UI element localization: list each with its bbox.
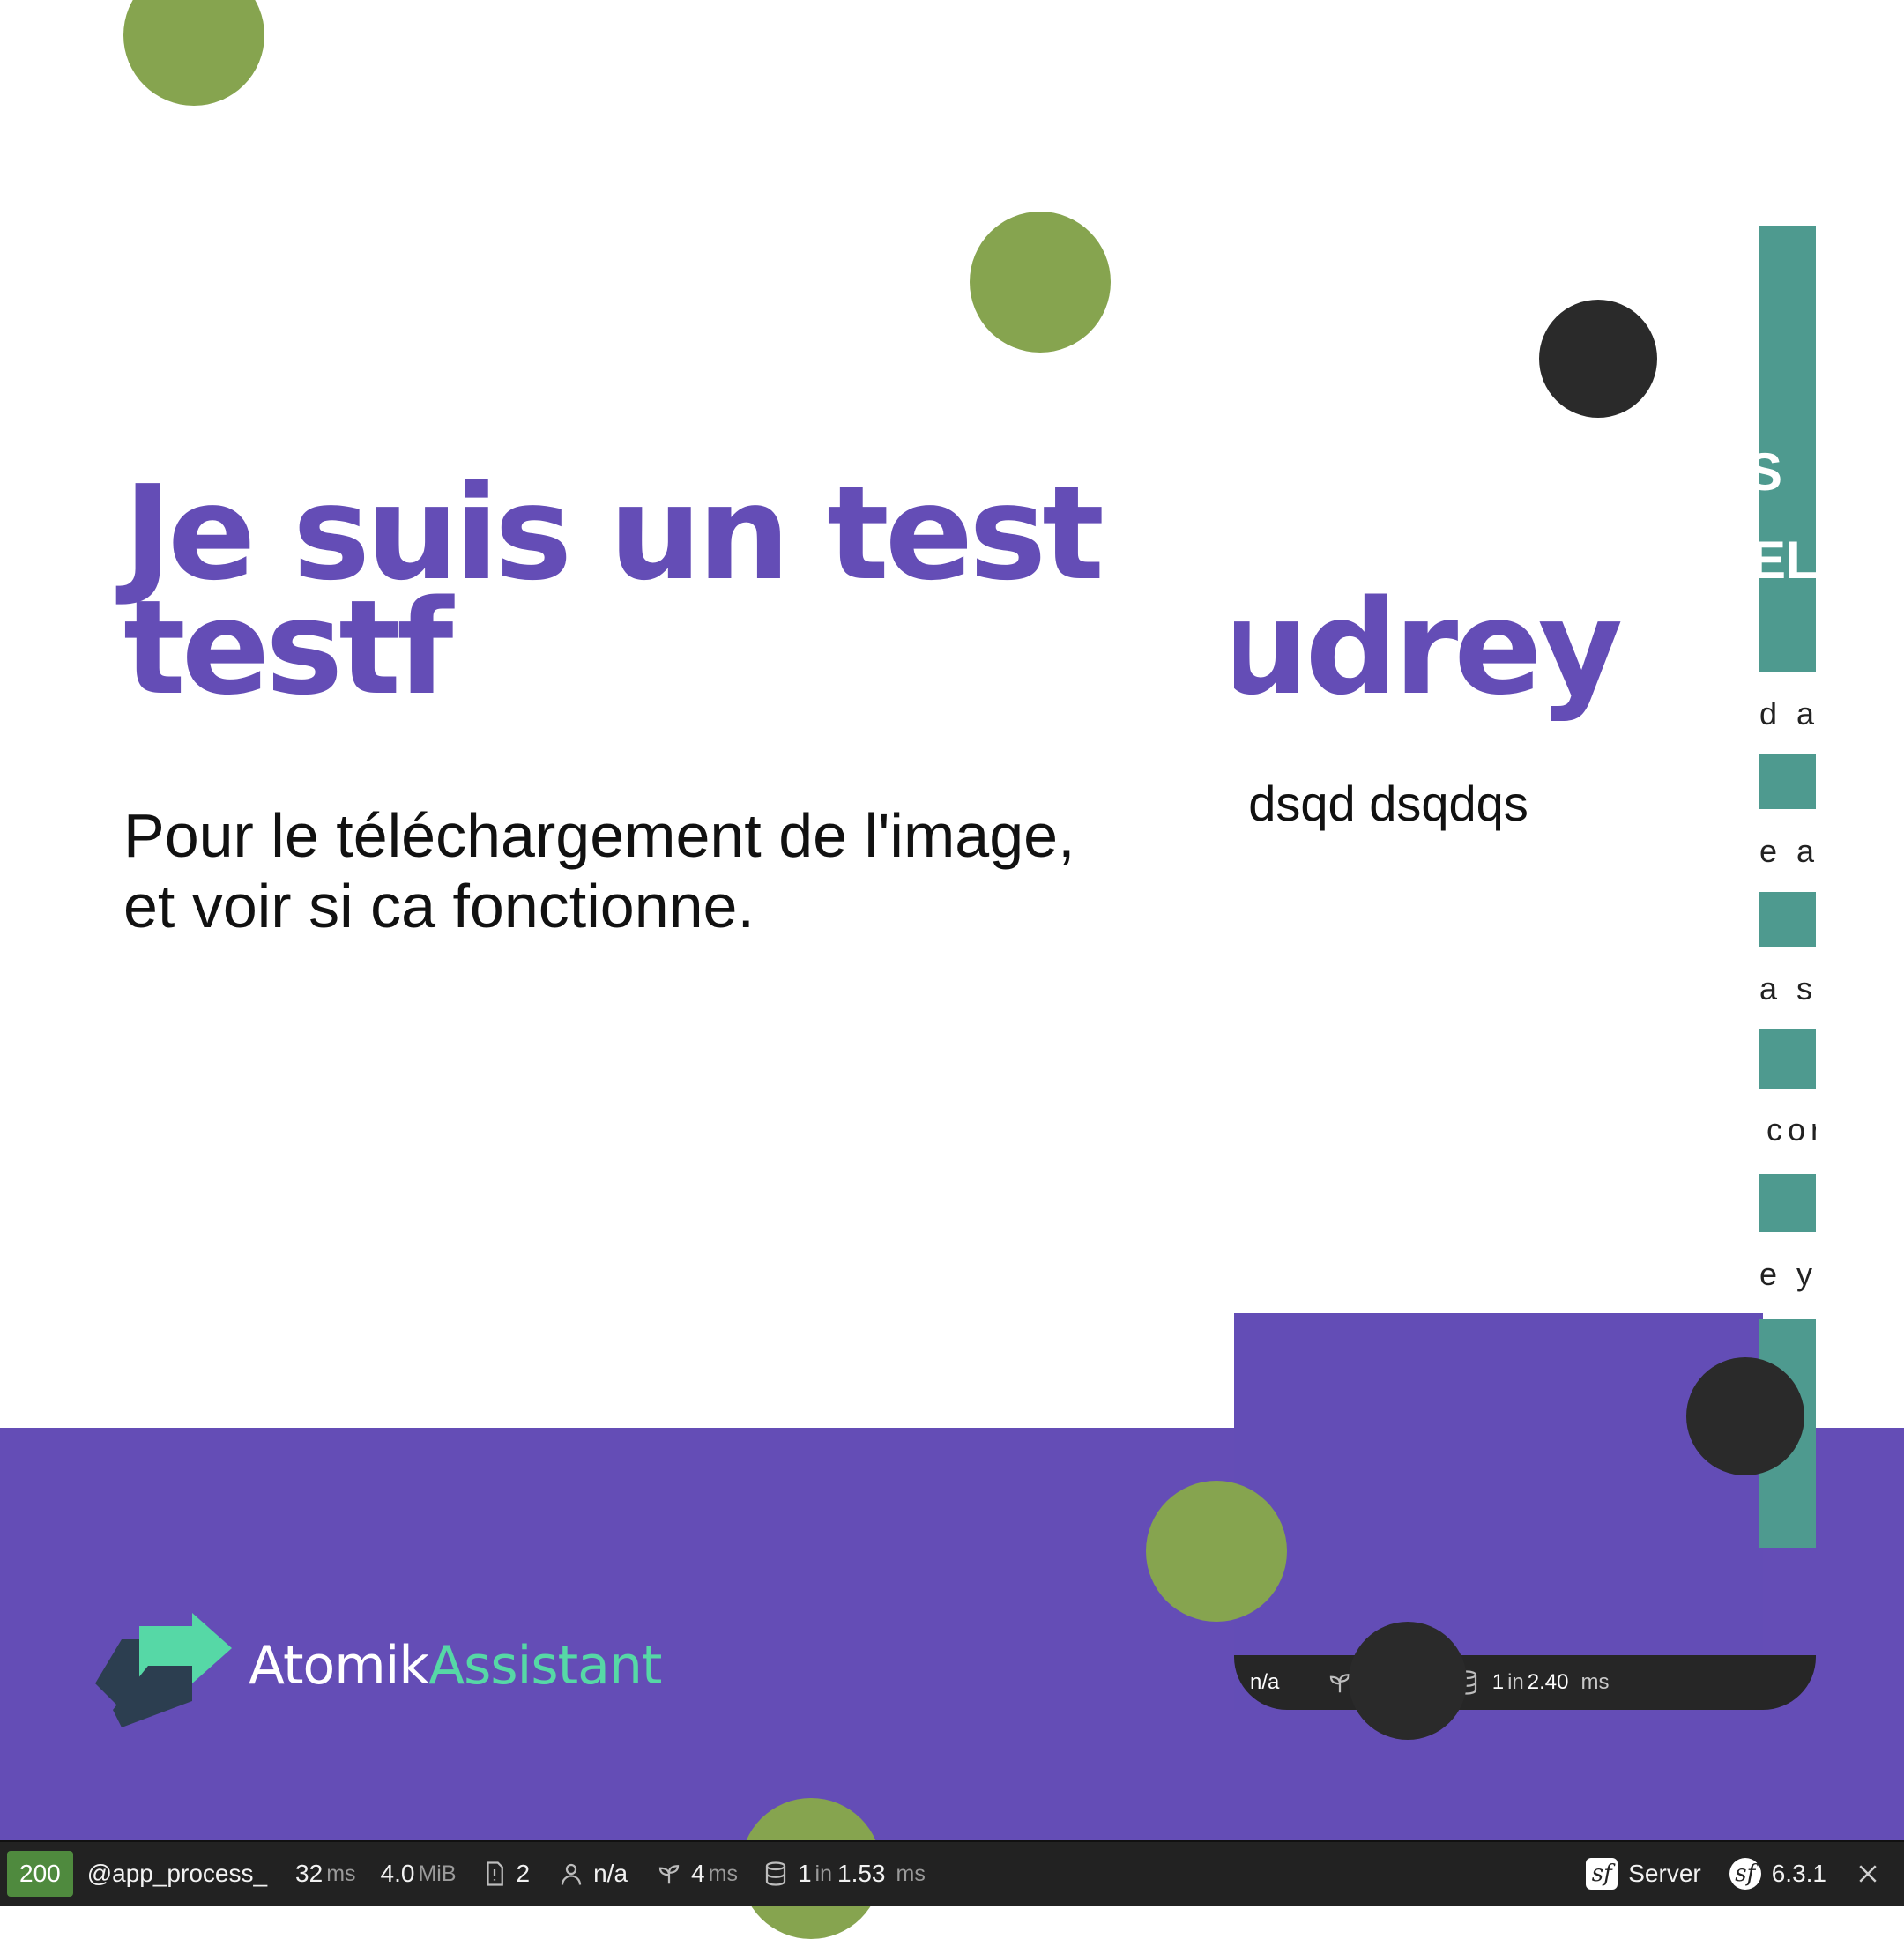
frame-toolbar-user[interactable]: n/a: [1246, 1670, 1283, 1695]
frame-toolbar-db-count: 1: [1491, 1670, 1505, 1694]
twig-time-unit: ms: [708, 1861, 738, 1886]
app-logo[interactable]: AtomikAssistant: [86, 1604, 662, 1727]
symfony-server-icon: sf: [1586, 1858, 1618, 1890]
toolbar-memory[interactable]: 4.0 MiB: [381, 1860, 457, 1888]
db-time-unit: ms: [896, 1861, 926, 1886]
hero-description-line: et voir si ca fonctionne.: [123, 872, 755, 940]
frame-text: ' dsqd dsqdqs: [1234, 776, 1816, 832]
frame-text-fragment: ' dsqd dsqdqs: [1234, 776, 1528, 831]
toolbar-route[interactable]: @app_process_: [87, 1860, 271, 1888]
frame-toolbar-db-in: in: [1507, 1670, 1524, 1694]
side-panel-text: cor: [1766, 1112, 1816, 1148]
toolbar-user[interactable]: n/a: [558, 1860, 631, 1888]
hero-description: Pour le téléchargement de l'image, et vo…: [123, 800, 1181, 941]
status-code-badge[interactable]: 200: [7, 1851, 73, 1897]
decorative-dark-dot: [1686, 1357, 1804, 1475]
frame-toolbar-db-time: 2.40: [1527, 1670, 1569, 1694]
memory-unit: MiB: [418, 1861, 457, 1886]
request-time-unit: ms: [326, 1861, 356, 1886]
side-panel-text: a s\: [1759, 971, 1816, 1007]
frame-title: udrey: [1234, 582, 1816, 714]
toolbar-close-button[interactable]: [1855, 1861, 1890, 1887]
side-panel-heading: EL: [1759, 531, 1816, 590]
logo-wordmark: AtomikAssistant: [249, 1635, 662, 1697]
symfony-logo-icon: sf: [1729, 1858, 1761, 1890]
sprout-icon: [658, 1865, 680, 1884]
db-in-label: in: [814, 1861, 832, 1886]
symfony-version: 6.3.1: [1771, 1860, 1826, 1887]
toolbar-right-group: sf Server sf 6.3.1: [1586, 1858, 1904, 1890]
db-query-count: 1: [797, 1860, 812, 1887]
toolbar-logs[interactable]: 2: [481, 1860, 534, 1888]
side-panel-block: [1759, 892, 1816, 947]
logs-count: 2: [516, 1860, 531, 1887]
toolbar-twig[interactable]: 4 ms: [656, 1860, 738, 1888]
twig-time-value: 4: [691, 1860, 705, 1887]
decorative-green-dot: [1146, 1481, 1287, 1622]
logo-wordmark-part: Assistant: [428, 1635, 662, 1697]
toolbar-version[interactable]: sf 6.3.1: [1729, 1858, 1830, 1890]
logs-icon: [486, 1861, 503, 1886]
frame-toolbar-user-value: n/a: [1250, 1670, 1280, 1694]
page-title-line: testf: [123, 572, 453, 724]
memory-value: 4.0: [380, 1860, 415, 1887]
frame-toolbar-db-unit: ms: [1580, 1670, 1610, 1694]
decorative-dark-dot: [1349, 1622, 1467, 1740]
side-panel-text: e yo: [1759, 1257, 1816, 1292]
side-panel-text: e a: [1759, 834, 1816, 869]
side-panel-heading: S: [1759, 442, 1783, 501]
db-time-value: 1.53: [837, 1860, 886, 1887]
database-icon: [765, 1861, 786, 1886]
toolbar-server[interactable]: sf Server: [1586, 1858, 1704, 1890]
side-panel: S EL d a t e a a s\ cor e yo: [1759, 226, 1816, 1548]
debug-toolbar: 200 @app_process_ 32 ms 4.0 MiB 2 n/a 4 …: [0, 1840, 1904, 1906]
logo-mark-icon: [95, 1613, 232, 1727]
side-panel-block: [1759, 754, 1816, 809]
frame-debug-toolbar[interactable]: n/a 2 ms 1 in 2.40 ms: [1234, 1655, 1816, 1710]
decorative-green-dot: [970, 212, 1111, 353]
side-panel-block: [1759, 1174, 1816, 1232]
close-icon: [1859, 1865, 1877, 1883]
page-title: Je suis un test testf: [123, 468, 1216, 713]
decorative-green-dot: [123, 0, 264, 106]
user-value: n/a: [593, 1860, 628, 1887]
side-panel-text: d a t: [1759, 696, 1816, 732]
toolbar-time[interactable]: 32 ms: [295, 1860, 355, 1888]
frame-title-fragment: udrey: [1234, 572, 1623, 724]
hero-description-line: Pour le téléchargement de l'image,: [123, 801, 1075, 870]
user-icon: [561, 1863, 582, 1885]
frame-purple-block: [1234, 1313, 1763, 1710]
route-name: @app_process_: [86, 1860, 268, 1887]
frame-toolbar-db[interactable]: 1 in 2.40 ms: [1454, 1669, 1610, 1696]
logo-wordmark-part: Atomik: [249, 1635, 429, 1697]
server-label: Server: [1628, 1860, 1701, 1887]
toolbar-db[interactable]: 1 in 1.53 ms: [762, 1860, 926, 1888]
request-time-value: 32: [295, 1860, 324, 1887]
side-panel-block: [1759, 1029, 1816, 1089]
